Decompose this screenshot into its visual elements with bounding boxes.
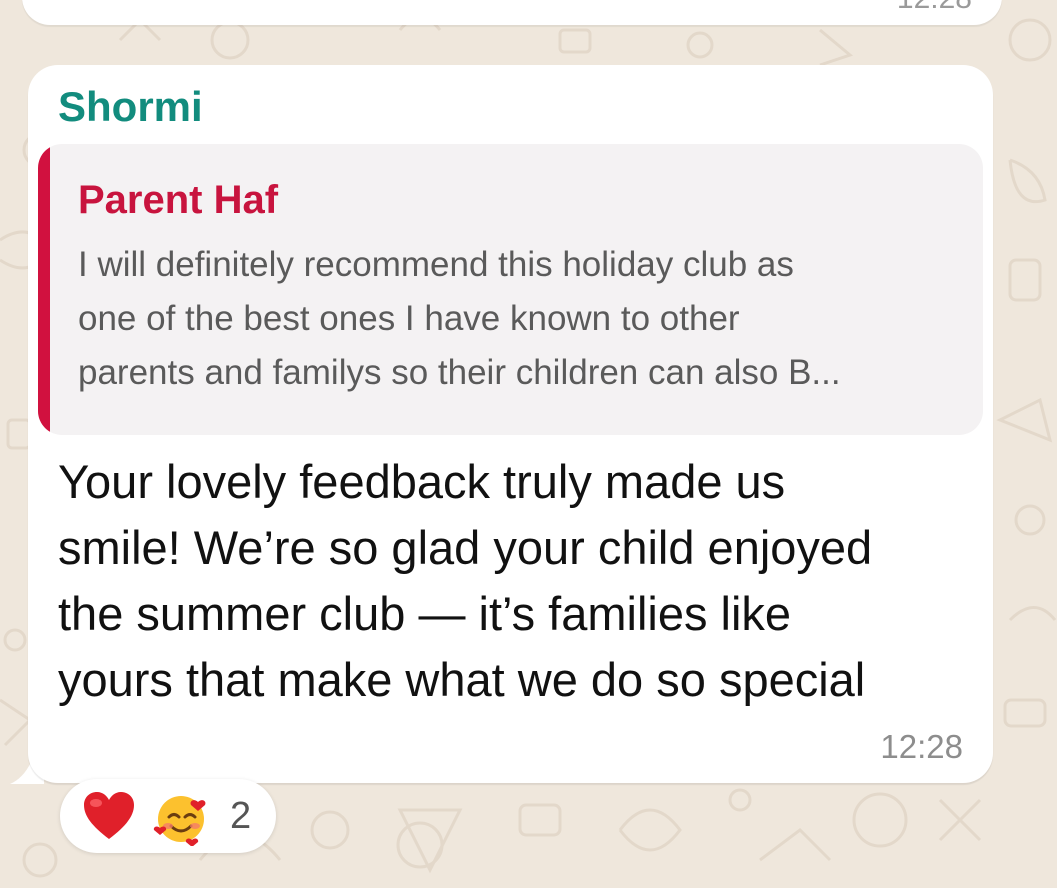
sender-name[interactable]: Shormi [58,83,203,131]
smiling-face-with-hearts-icon [153,796,206,846]
quote-accent-bar [38,144,50,435]
message-text: Your lovely feedback truly made us smile… [58,449,978,713]
quote-line: parents and familys so their children ca… [78,353,841,392]
quote-text: I will definitely recommend this holiday… [78,238,968,400]
reactions-pill[interactable]: 2 [60,779,276,853]
message-line: the summer club — it’s families like [58,587,792,640]
message-line: yours that make what we do so special [58,653,866,706]
previous-message-bubble[interactable]: 12:28 [22,0,1002,25]
quote-line: I will definitely recommend this holiday… [78,245,794,284]
quote-author: Parent Haf [78,178,279,222]
previous-message-time: 12:28 [897,0,972,14]
message-line: Your lovely feedback truly made us [58,455,786,508]
quote-line: one of the best ones I have known to oth… [78,299,740,338]
message-bubble[interactable]: Shormi Parent Haf I will definitely reco… [28,65,993,783]
message-line: smile! We’re so glad your child enjoyed [58,521,873,574]
red-heart-icon [84,792,134,839]
message-time: 12:28 [880,728,963,765]
quoted-message[interactable]: Parent Haf I will definitely recommend t… [38,144,983,435]
reaction-count: 2 [230,795,252,837]
